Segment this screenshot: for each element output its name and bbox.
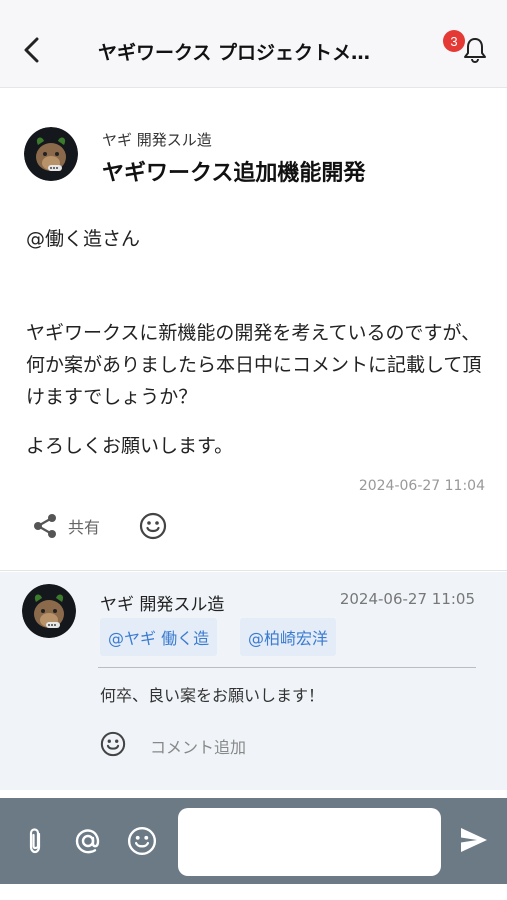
message-composer — [0, 798, 507, 884]
top-bar: ヤギワークス プロジェクトメ… 3 — [0, 0, 507, 88]
goat-avatar-icon — [22, 584, 76, 638]
share-icon — [34, 514, 56, 538]
smiley-icon — [139, 512, 167, 540]
post-author: ヤギ 開発スル造 — [102, 131, 212, 149]
post-card: ヤギ 開発スル造 ヤギワークス追加機能開発 @働く造さん ヤギワークスに新機能の… — [0, 89, 507, 571]
send-button[interactable] — [456, 822, 492, 858]
comment-timestamp: 2024-06-27 11:05 — [339, 590, 475, 608]
smiley-icon — [127, 826, 157, 856]
chevron-left-icon — [24, 37, 39, 63]
mention-chip[interactable]: @柏崎宏洋 — [240, 618, 337, 656]
goat-avatar-icon — [24, 127, 78, 181]
comment-reaction-button[interactable] — [98, 729, 128, 759]
at-sign-icon — [75, 829, 100, 854]
back-button[interactable] — [14, 30, 50, 70]
post-mention: @働く造さん — [26, 228, 141, 250]
bottom-strip — [0, 884, 507, 900]
post-timestamp: 2024-06-27 11:04 — [358, 478, 485, 494]
add-comment-button[interactable]: コメント追加 — [150, 734, 246, 758]
comment-text: 何卒、良い案をお願いします！ — [100, 686, 325, 705]
avatar[interactable] — [22, 584, 76, 638]
mention-button[interactable] — [71, 824, 105, 858]
page-title: ヤギワークス プロジェクトメ… — [98, 42, 371, 64]
post-body: ヤギワークスに新機能の開発を考えているのですが、何か案がありましたら本日中にコメ… — [26, 322, 482, 408]
mention-chip[interactable]: @ヤギ 働く造 — [100, 618, 218, 656]
post-closing: よろしくお願いします。 — [26, 435, 234, 457]
emoji-button[interactable] — [125, 824, 159, 858]
divider — [98, 667, 476, 668]
share-label: 共有 — [68, 518, 101, 537]
avatar[interactable] — [24, 127, 78, 181]
bell-icon — [464, 38, 486, 64]
reaction-button[interactable] — [136, 509, 170, 543]
paperclip-icon — [29, 828, 41, 854]
post-title: ヤギワークス追加機能開発 — [102, 161, 366, 186]
send-icon — [461, 828, 487, 852]
comment-card: ヤギ 開発スル造 2024-06-27 11:05 @ヤギ 働く造 @柏崎宏洋 … — [0, 572, 507, 790]
notification-badge: 3 — [443, 30, 465, 52]
message-input[interactable] — [178, 808, 441, 876]
comment-author: ヤギ 開発スル造 — [100, 595, 225, 615]
smiley-icon — [100, 731, 126, 757]
share-button[interactable]: 共有 — [32, 509, 100, 543]
attach-button[interactable] — [18, 824, 52, 858]
